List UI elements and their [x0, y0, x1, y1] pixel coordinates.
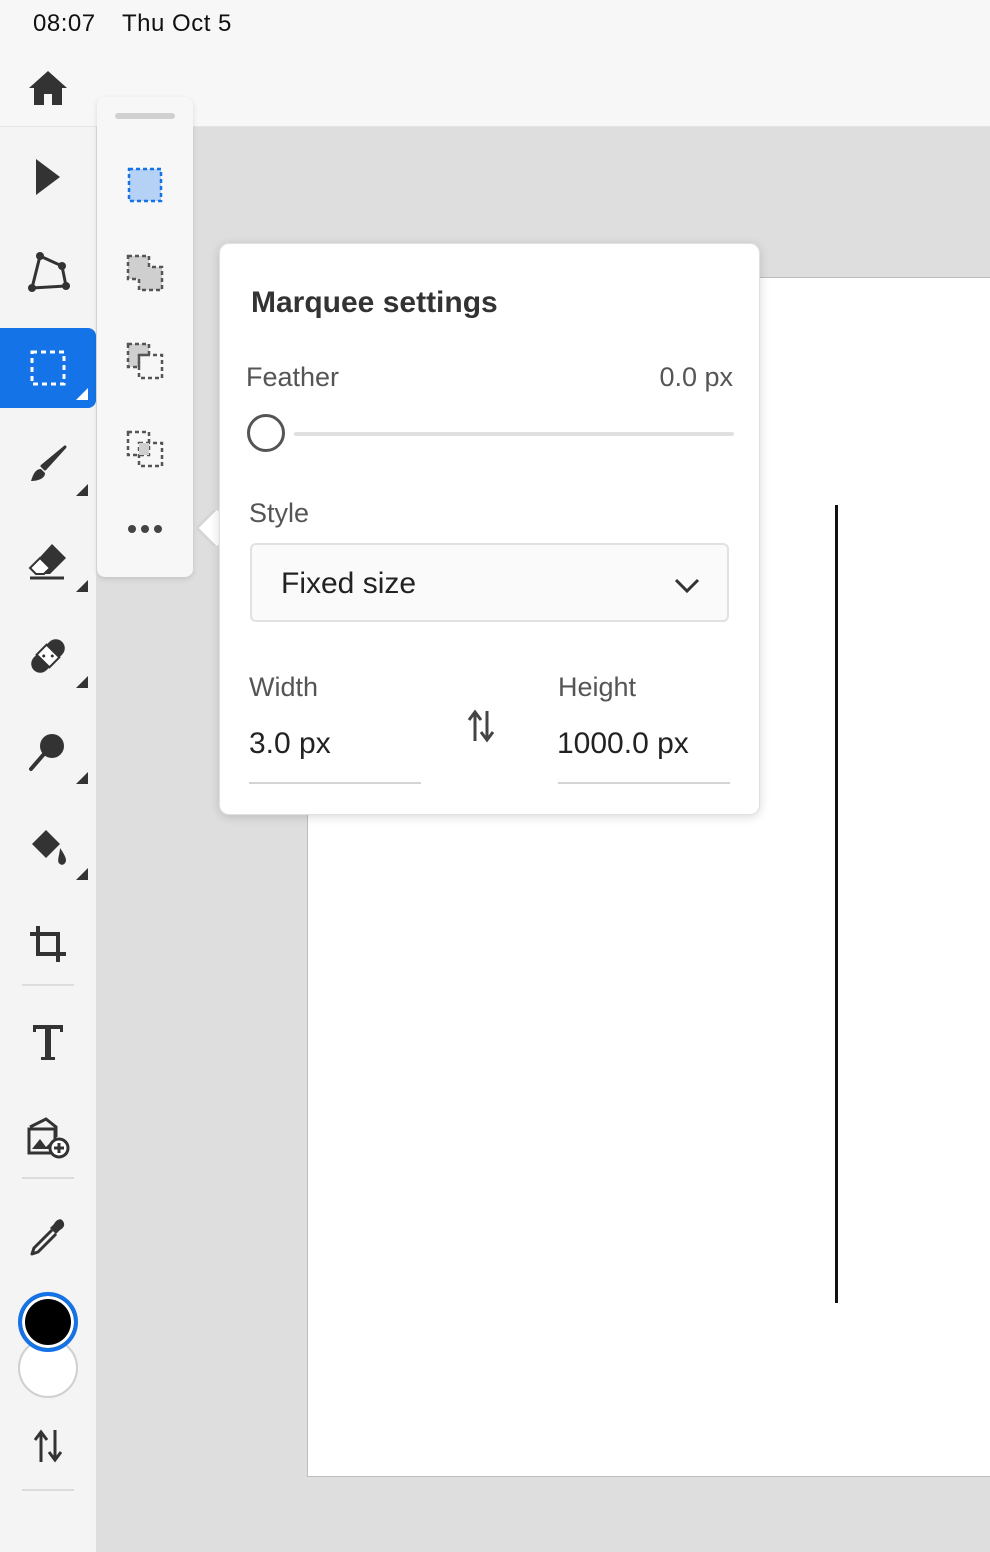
flyout-drag-handle[interactable]	[115, 113, 175, 119]
eyedropper-icon	[30, 1219, 65, 1256]
marquee-subtract-icon	[126, 342, 164, 380]
status-time: 08:07	[33, 10, 96, 37]
marquee-new-selection[interactable]	[121, 161, 169, 209]
popover-title: Marquee settings	[251, 286, 498, 319]
toolbar-separator	[22, 1489, 74, 1491]
status-date: Thu Oct 5	[122, 10, 232, 37]
width-input[interactable]: 3.0 px	[249, 727, 331, 761]
select-tool[interactable]	[0, 137, 96, 217]
marquee-tool[interactable]	[0, 328, 96, 408]
feather-value[interactable]: 0.0 px	[659, 362, 733, 393]
stamp-icon	[29, 734, 64, 771]
marquee-flyout	[97, 97, 193, 577]
submenu-indicator	[76, 676, 88, 688]
home-icon	[29, 71, 67, 105]
swap-vertical-icon	[33, 1429, 63, 1463]
eyedropper-tool[interactable]	[0, 1196, 96, 1276]
eraser-tool[interactable]	[0, 520, 96, 600]
marquee-new-icon	[127, 167, 163, 203]
arrow-pointer-icon	[36, 159, 60, 195]
brush-tool[interactable]	[0, 424, 96, 504]
submenu-indicator	[76, 772, 88, 784]
submenu-indicator	[76, 484, 88, 496]
style-label: Style	[249, 498, 310, 528]
type-tool[interactable]	[0, 1002, 96, 1082]
more-options-button[interactable]	[121, 505, 169, 553]
swap-vertical-icon	[467, 709, 495, 743]
feather-slider-track[interactable]	[294, 432, 734, 436]
brush-icon	[31, 445, 67, 481]
width-input-underline	[249, 782, 421, 784]
paint-bucket-icon	[32, 830, 66, 865]
height-input[interactable]: 1000.0 px	[557, 727, 689, 761]
eraser-icon	[28, 544, 66, 580]
bandage-icon	[31, 639, 65, 673]
style-dropdown-value: Fixed size	[281, 567, 417, 600]
feather-slider-thumb[interactable]	[247, 414, 285, 452]
crop-tool[interactable]	[0, 904, 96, 984]
marquee-intersect[interactable]	[121, 425, 169, 473]
marquee-subtract[interactable]	[121, 337, 169, 385]
home-button[interactable]	[24, 64, 72, 112]
style-dropdown[interactable]: Fixed size	[250, 543, 729, 622]
height-input-underline	[558, 782, 730, 784]
canvas-vertical-line	[835, 505, 838, 1303]
add-image-icon	[27, 1117, 70, 1159]
submenu-indicator	[76, 580, 88, 592]
fill-tool[interactable]	[0, 808, 96, 888]
polygon-lasso-icon	[28, 252, 70, 292]
crop-icon	[30, 926, 66, 962]
submenu-indicator	[76, 868, 88, 880]
marquee-settings-popover: Marquee settings Feather 0.0 px Style Fi…	[219, 243, 760, 815]
swap-dimensions-button[interactable]	[464, 706, 498, 746]
foreground-color-swatch[interactable]	[18, 1292, 78, 1352]
marquee-intersect-icon	[126, 430, 164, 468]
text-icon	[33, 1025, 63, 1060]
feather-label: Feather	[246, 362, 340, 392]
submenu-indicator	[76, 388, 88, 400]
marquee-add[interactable]	[121, 249, 169, 297]
chevron-down-icon	[674, 578, 700, 594]
healing-tool[interactable]	[0, 616, 96, 696]
rectangle-marquee-icon	[30, 350, 66, 386]
marquee-add-icon	[126, 254, 164, 292]
place-image-tool[interactable]	[0, 1098, 96, 1178]
lasso-tool[interactable]	[0, 232, 96, 312]
width-label: Width	[249, 672, 319, 702]
height-label: Height	[558, 672, 637, 702]
toolbar-separator	[22, 984, 74, 986]
toolbar-separator	[22, 1177, 74, 1179]
more-horizontal-icon	[128, 525, 162, 533]
swap-colors-button[interactable]	[0, 1406, 96, 1486]
clone-tool[interactable]	[0, 712, 96, 792]
